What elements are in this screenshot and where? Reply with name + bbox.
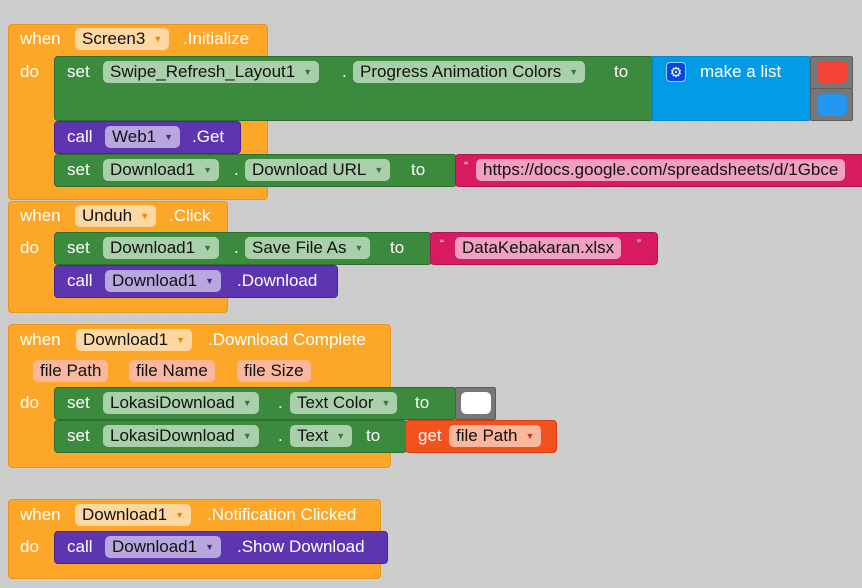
property-dropdown[interactable]: Text Color ▼	[290, 392, 398, 414]
text-field[interactable]: https://docs.google.com/spreadsheets/d/1…	[476, 159, 846, 181]
dot: .	[234, 160, 239, 179]
call-label: call	[67, 271, 93, 290]
color-swatch-red[interactable]	[817, 61, 847, 83]
component-dropdown[interactable]: Download1 ▼	[103, 159, 219, 181]
event-label: .Download Complete	[208, 330, 366, 349]
set-label: set	[67, 426, 90, 445]
component-dropdown[interactable]: LokasiDownload ▼	[103, 392, 259, 414]
dot: .	[278, 426, 283, 445]
event-label: .Click	[169, 206, 211, 225]
param-file-size[interactable]: file Size	[237, 360, 311, 382]
to-label: to	[614, 62, 629, 81]
component-dropdown[interactable]: Download1 ▼	[76, 329, 192, 351]
gear-icon[interactable]: ⚙	[666, 62, 686, 82]
param-file-name[interactable]: file Name	[129, 360, 215, 382]
dot: .	[278, 393, 283, 412]
to-label: to	[415, 393, 430, 412]
event-label: .Notification Clicked	[207, 505, 357, 524]
dot: .	[234, 238, 239, 257]
component-dropdown[interactable]: Download1 ▼	[75, 504, 191, 526]
component-dropdown[interactable]: Swipe_Refresh_Layout1 ▼	[103, 61, 320, 83]
quote-close: ”	[637, 237, 641, 251]
set-label: set	[67, 238, 90, 257]
when-label: when	[20, 505, 61, 524]
when-label: when	[20, 206, 61, 225]
set-label: set	[67, 62, 90, 81]
component-dropdown[interactable]: Download1 ▼	[103, 237, 219, 259]
call-label: call	[67, 127, 93, 146]
method-label: .Download	[237, 271, 318, 290]
component-dropdown[interactable]: Download1 ▼	[105, 270, 221, 292]
event-label: .Initialize	[183, 29, 250, 48]
quote: “	[464, 159, 468, 173]
dot: .	[342, 62, 347, 81]
component-dropdown[interactable]: LokasiDownload ▼	[103, 425, 259, 447]
variable-dropdown[interactable]: file Path ▼	[449, 425, 542, 447]
property-dropdown[interactable]: Text ▼	[290, 425, 353, 447]
make-a-list-label: make a list	[700, 62, 782, 81]
color-swatch-white[interactable]	[461, 392, 491, 414]
component-dropdown[interactable]: Download1 ▼	[105, 536, 221, 558]
set-label: set	[67, 393, 90, 412]
text-field[interactable]: DataKebakaran.xlsx	[455, 237, 622, 259]
when-label: when	[20, 29, 61, 48]
when-label: when	[20, 330, 61, 349]
property-dropdown[interactable]: Progress Animation Colors ▼	[353, 61, 586, 83]
do-label: do	[20, 393, 39, 412]
set-label: set	[67, 160, 90, 179]
component-dropdown[interactable]: Screen3 ▼	[75, 28, 170, 50]
do-label: do	[20, 238, 39, 257]
component-dropdown[interactable]: Unduh ▼	[75, 205, 157, 227]
do-label: do	[20, 62, 39, 81]
do-label: do	[20, 537, 39, 556]
to-label: to	[390, 238, 405, 257]
component-dropdown[interactable]: Web1 ▼	[105, 126, 181, 148]
property-dropdown[interactable]: Save File As ▼	[245, 237, 371, 259]
quote-open: “	[440, 237, 444, 251]
to-label: to	[366, 426, 381, 445]
param-file-path[interactable]: file Path	[33, 360, 109, 382]
method-label: .Show Download	[237, 537, 365, 556]
property-dropdown[interactable]: Download URL ▼	[245, 159, 391, 181]
color-swatch-blue[interactable]	[817, 94, 847, 116]
method-label: .Get	[192, 127, 225, 146]
get-label: get	[418, 426, 442, 445]
call-label: call	[67, 537, 93, 556]
to-label: to	[411, 160, 426, 179]
